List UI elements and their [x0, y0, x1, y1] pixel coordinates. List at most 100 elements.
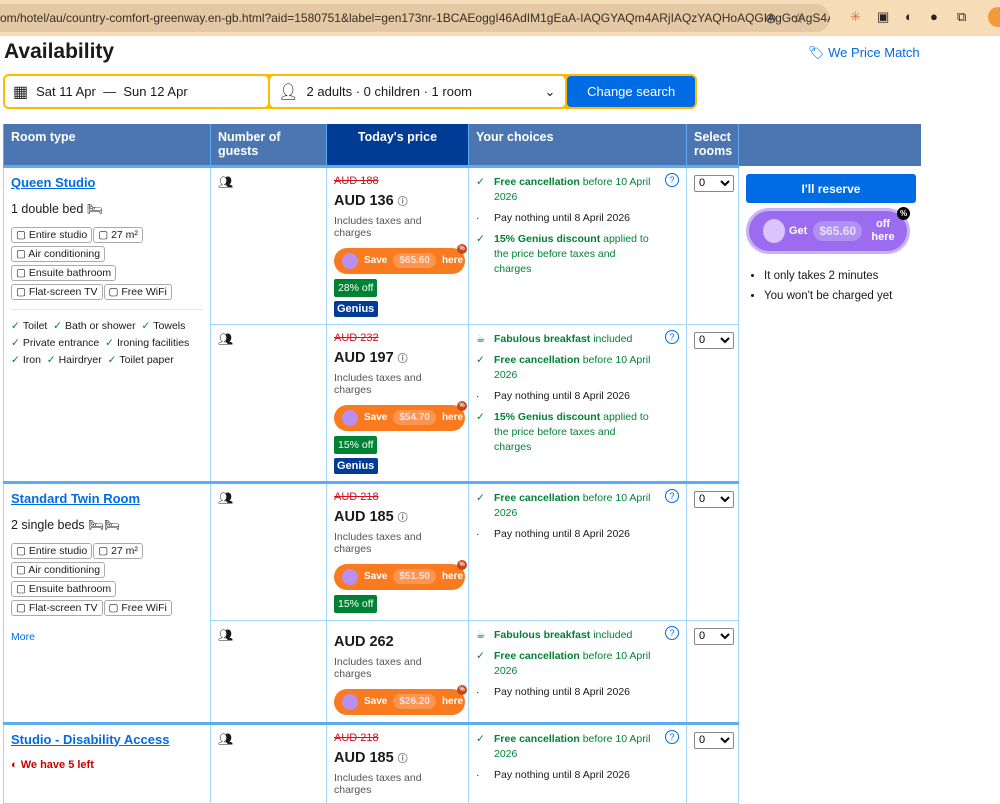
save-here-button[interactable]: Save $54.70 here% — [334, 400, 467, 431]
zoom-icon[interactable]: ⊕ — [765, 4, 777, 32]
amenity-item: ✓ Towels — [141, 320, 185, 332]
price-match-link[interactable]: 🏷︎ We Price Match — [808, 45, 920, 61]
amenity-label: Private entrance — [22, 336, 100, 349]
room-name-link[interactable]: Studio - Disability Access — [11, 732, 169, 747]
select-cell: 0 — [686, 323, 739, 483]
change-search-button[interactable]: Change search — [567, 76, 695, 107]
choice-bold: Free cancellation — [494, 353, 580, 366]
guests-cell: 👥︎ — [210, 164, 327, 325]
save-label: Save — [364, 571, 388, 582]
room-type-cell: Queen Studio 1 double bed 🛏︎ ▢ Entire stud… — [3, 164, 211, 483]
percent-badge: % — [457, 400, 467, 411]
extension-icon[interactable]: ▣ — [877, 9, 889, 25]
header-your-choices: Your choices — [468, 124, 687, 166]
choice-item: ☕︎ Fabulous breakfast included? — [476, 329, 679, 347]
room-name-link[interactable]: Standard Twin Room — [11, 491, 140, 506]
amenity-item: ✓ Bath or shower — [53, 320, 135, 332]
info-icon[interactable]: ⓘ — [398, 354, 408, 365]
facility-chip: ▢ Entire studio — [11, 226, 93, 243]
info-icon[interactable]: ⓘ — [398, 513, 408, 524]
includes-taxes: Includes taxes and charges — [334, 371, 422, 396]
extension-icon[interactable]: ● — [930, 9, 938, 24]
save-amount: $54.70 — [393, 410, 436, 425]
choice-item: ✓ Free cancellation before 10 April 2026? — [476, 488, 679, 521]
facility-label: 27 m² — [111, 544, 138, 557]
facility-chip: ▢ Flat-screen TV — [11, 599, 103, 616]
save-label: Save — [364, 696, 388, 707]
room-name-link[interactable]: Queen Studio — [11, 175, 96, 190]
here-label: here — [441, 412, 464, 423]
facility-chip: ▢ Entire studio — [11, 542, 93, 559]
save-label: Save — [364, 255, 388, 266]
room-quantity-select[interactable]: 0 — [694, 490, 734, 508]
choice-item: ✓ Free cancellation before 10 April 2026? — [476, 172, 679, 205]
check-icon: ✓ — [476, 353, 485, 366]
choice-bold: Free cancellation — [494, 732, 580, 745]
info-icon[interactable]: ⓘ — [398, 197, 408, 208]
room-quantity-select[interactable]: 0 — [694, 174, 734, 192]
facility-label: Air conditioning — [28, 247, 101, 260]
help-icon[interactable]: ? — [665, 625, 679, 640]
choices-cell: ✓ Free cancellation before 10 April 2026?… — [468, 164, 687, 325]
bookmark-star-icon[interactable]: ☆ — [792, 4, 805, 32]
facility-chip: ▢ Air conditioning — [11, 561, 106, 578]
room-quantity-select[interactable]: 0 — [694, 731, 734, 749]
help-icon[interactable]: ? — [665, 172, 679, 187]
facility-chip: ▢ Flat-screen TV — [11, 283, 103, 300]
extension-icon[interactable]: ✳ — [850, 9, 861, 25]
save-here-button[interactable]: Save $51.50 here% — [334, 559, 467, 590]
search-bar: ▦ Sat 11 Apr — Sun 12 Apr 👤︎ 2 adults · 0 … — [3, 74, 697, 109]
bullet-icon: · — [476, 768, 480, 781]
price-value: AUD 262 — [334, 633, 394, 650]
more-link[interactable]: More — [11, 631, 35, 643]
info-icon[interactable]: ⓘ — [398, 754, 408, 765]
amenity-label: Ironing facilities — [116, 336, 190, 349]
facility-icon: ▢ — [16, 544, 26, 557]
amenity-label: Toilet — [22, 319, 48, 332]
help-icon[interactable]: ? — [665, 729, 679, 744]
page-title: Availability — [4, 40, 115, 63]
choice-item: · Pay nothing until 8 April 2026 — [476, 527, 679, 542]
room-quantity-select[interactable]: 0 — [694, 627, 734, 645]
amenity-item: ✓ Toilet paper — [108, 354, 174, 366]
tag-icon: 🏷︎ — [808, 45, 825, 60]
amenity-label: Bath or shower — [64, 319, 136, 332]
facility-label: Ensuite bathroom — [28, 266, 112, 279]
help-icon[interactable]: ? — [665, 488, 679, 503]
facility-icon: ▢ — [16, 563, 26, 576]
address-bar[interactable]: om/hotel/au/country-comfort-greenway.en-… — [0, 4, 830, 32]
get-discount-button[interactable]: Get $65.60 off here% — [746, 207, 910, 254]
puzzle-icon[interactable]: ⧉ — [957, 9, 966, 25]
header-reserve — [738, 124, 921, 166]
benefit-item: You won't be charged yet — [764, 286, 914, 306]
choice-bold: Free cancellation — [494, 491, 580, 504]
discount-badge: 15% off — [334, 435, 378, 454]
choices-cell: ☕︎ Fabulous breakfast included? ✓ Free canc… — [468, 619, 687, 724]
room-quantity-select[interactable]: 0 — [694, 331, 734, 349]
reserve-cell: I'll reserve Get $65.60 off here% It only … — [738, 166, 921, 803]
choice-bold: Fabulous breakfast — [494, 332, 591, 345]
save-amount: $26.20 — [393, 694, 436, 709]
header-guests: Number of guests — [210, 124, 327, 166]
date-field[interactable]: ▦ Sat 11 Apr — Sun 12 Apr — [5, 76, 269, 107]
facility-label: Free WiFi — [121, 601, 167, 614]
save-here-button[interactable]: Save $65.60 here% — [334, 243, 467, 274]
reserve-button[interactable]: I'll reserve — [746, 174, 916, 203]
bed-icon: 🛏︎🛏︎ — [88, 517, 120, 532]
header-todays-price: Today's price — [326, 124, 469, 166]
facility-chip: ▢ Free WiFi — [103, 599, 172, 616]
help-icon[interactable]: ? — [665, 329, 679, 344]
extension-icon[interactable]: ◐ — [905, 9, 913, 24]
coffee-cup-icon: ☕︎ — [476, 332, 486, 345]
two-persons-icon: 👥︎ — [218, 627, 234, 642]
guests-field[interactable]: 👤︎ 2 adults · 0 children · 1 room ⌄ — [270, 76, 566, 107]
two-persons-icon: 👥︎ — [218, 331, 234, 346]
choice-text: Pay nothing until 8 April 2026 — [494, 768, 631, 781]
profile-avatar[interactable] — [988, 7, 1000, 27]
save-here-button[interactable]: Save $26.20 here% — [334, 684, 467, 715]
choice-item: ✓ 15% Genius discount applied to the pric… — [476, 410, 679, 455]
price-value: AUD 136 — [334, 192, 394, 209]
original-price: AUD 188 — [334, 174, 379, 187]
save-label: Save — [364, 412, 388, 423]
choice-bold: Fabulous breakfast — [494, 628, 591, 641]
